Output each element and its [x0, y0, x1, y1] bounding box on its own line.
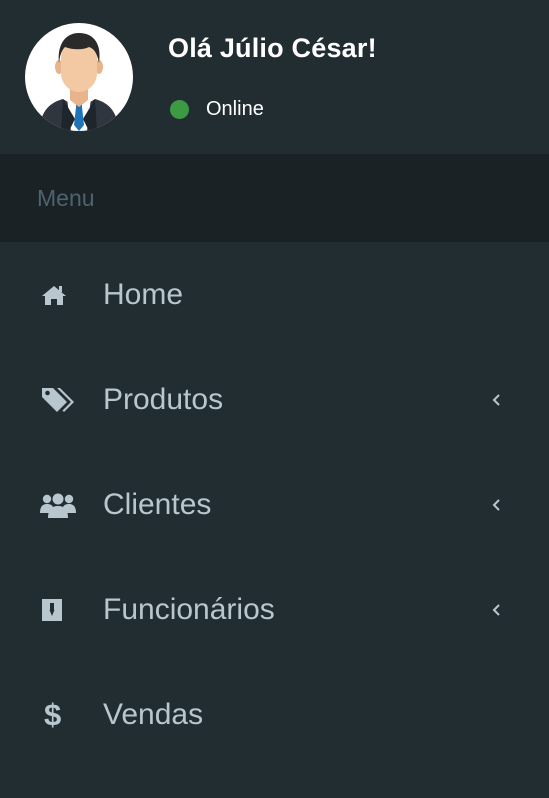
sidebar-item-vendas[interactable]: $ Vendas: [0, 662, 549, 767]
sidebar-item-label: Produtos: [103, 382, 224, 416]
sidebar: Olá Júlio César! Online Menu Home Produt…: [0, 0, 549, 798]
sidebar-menu: Home Produtos Clientes Funcionários $ Ve…: [0, 242, 549, 767]
user-status: Online: [170, 96, 264, 122]
sidebar-item-funcionarios[interactable]: Funcionários: [0, 557, 549, 662]
chevron-left-icon: [488, 390, 504, 410]
users-icon: [40, 489, 78, 521]
sidebar-item-home[interactable]: Home: [0, 242, 549, 347]
online-status-dot-icon: [170, 99, 189, 119]
sidebar-item-label: Funcionários: [103, 592, 275, 626]
sidebar-item-label: Clientes: [103, 487, 212, 521]
businessman-avatar-icon: [39, 33, 119, 131]
user-greeting: Olá Júlio César!: [168, 33, 377, 63]
id-badge-icon: [40, 594, 78, 626]
chevron-left-icon: [488, 600, 504, 620]
user-panel: Olá Júlio César! Online: [0, 0, 549, 154]
sidebar-item-clientes[interactable]: Clientes: [0, 452, 549, 557]
dollar-icon: $: [44, 697, 62, 732]
sidebar-item-label: Vendas: [103, 697, 204, 731]
sidebar-item-label: Home: [103, 277, 184, 311]
user-avatar[interactable]: [25, 23, 133, 131]
user-status-text: Online: [206, 97, 264, 120]
tags-icon: [40, 384, 78, 416]
chevron-left-icon: [488, 495, 504, 515]
menu-header-label: Menu: [37, 184, 95, 211]
home-icon: [40, 279, 78, 311]
menu-header: Menu: [0, 154, 549, 242]
sidebar-item-produtos[interactable]: Produtos: [0, 347, 549, 452]
